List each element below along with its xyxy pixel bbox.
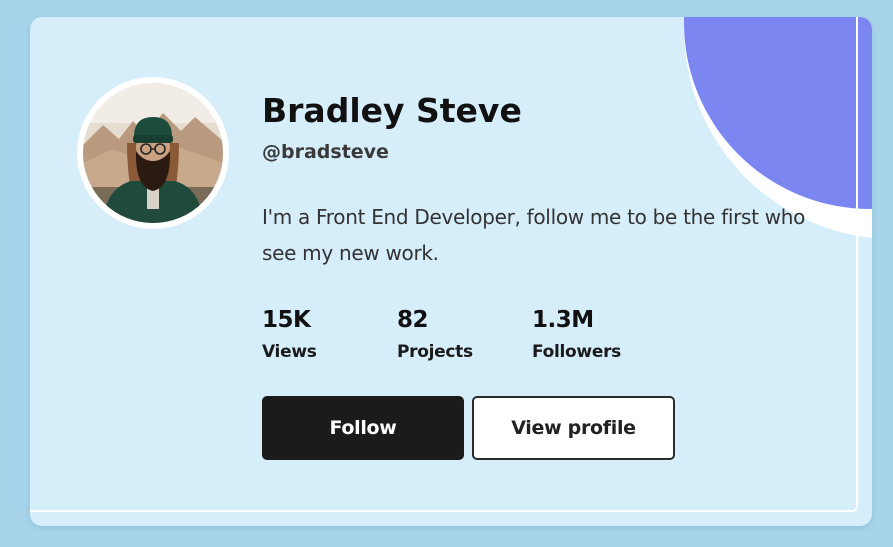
avatar: [83, 83, 223, 223]
corner-decoration-blob: [684, 17, 872, 209]
stat-value: 82: [397, 307, 429, 333]
view-profile-button[interactable]: View profile: [472, 396, 675, 460]
profile-handle: @bradsteve: [262, 141, 389, 163]
profile-card: Bradley Steve @bradsteve I'm a Front End…: [30, 17, 872, 526]
stat-followers: 1.3M Followers: [532, 306, 621, 370]
follow-button[interactable]: Follow: [262, 396, 464, 460]
stat-projects: 82 Projects: [397, 306, 473, 370]
stat-value: 1.3M: [532, 307, 594, 333]
profile-name: Bradley Steve: [262, 91, 522, 130]
profile-bio: I'm a Front End Developer, follow me to …: [262, 205, 806, 265]
stat-label: Followers: [532, 342, 621, 362]
avatar-image: [83, 83, 223, 223]
avatar-frame: [77, 77, 229, 229]
stat-label: Views: [262, 342, 317, 362]
stat-label: Projects: [397, 342, 473, 362]
stat-value: 15K: [262, 307, 311, 333]
stat-views: 15K Views: [262, 306, 317, 370]
